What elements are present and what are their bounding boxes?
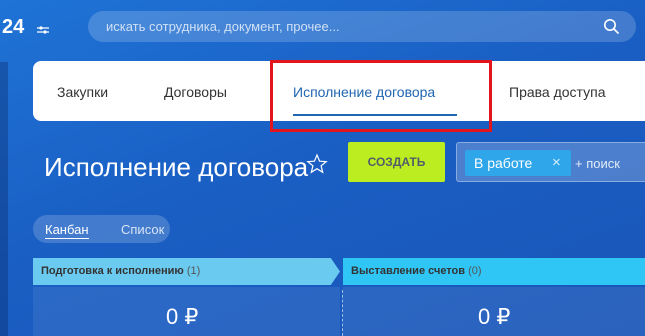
create-button[interactable]: СОЗДАТЬ <box>348 142 445 182</box>
search-bar[interactable] <box>88 11 636 42</box>
column-divider <box>342 290 343 336</box>
filter-add-search[interactable]: + поиск <box>575 156 620 171</box>
side-strip <box>0 62 8 336</box>
view-switch: Канбан Список <box>33 215 170 243</box>
view-kanban[interactable]: Канбан <box>45 222 89 239</box>
column-sum: 0 ₽ <box>478 304 511 329</box>
logo[interactable]: 24 <box>2 16 24 39</box>
column-sum: 0 ₽ <box>166 304 199 329</box>
tab-purchases[interactable]: Закупки <box>57 84 108 100</box>
tab-access-rights[interactable]: Права доступа <box>509 84 605 100</box>
column-count: (0) <box>468 265 482 277</box>
view-list[interactable]: Список <box>121 222 164 237</box>
column-title: Выставление счетов <box>351 265 466 277</box>
column-title: Подготовка к исполнению <box>41 265 184 277</box>
search-input[interactable] <box>106 11 576 42</box>
top-bar: 24 <box>0 0 645 46</box>
tab-contracts[interactable]: Договоры <box>164 84 227 100</box>
close-icon[interactable]: × <box>552 154 561 171</box>
search-icon[interactable] <box>603 18 620 35</box>
kanban-column-header[interactable]: Подготовка к исполнению (1) <box>33 258 340 285</box>
pulse-icon[interactable] <box>36 23 50 37</box>
highlight-box <box>270 60 492 132</box>
star-icon[interactable] <box>306 153 328 175</box>
filter-chip[interactable]: В работе × <box>465 150 571 176</box>
filter-search[interactable]: В работе × + поиск <box>456 142 645 182</box>
filter-chip-label: В работе <box>474 155 533 171</box>
kanban-column-header[interactable]: Выставление счетов (0) <box>343 258 645 285</box>
column-count: (1) <box>186 265 201 277</box>
page-title: Исполнение договора <box>44 152 309 182</box>
